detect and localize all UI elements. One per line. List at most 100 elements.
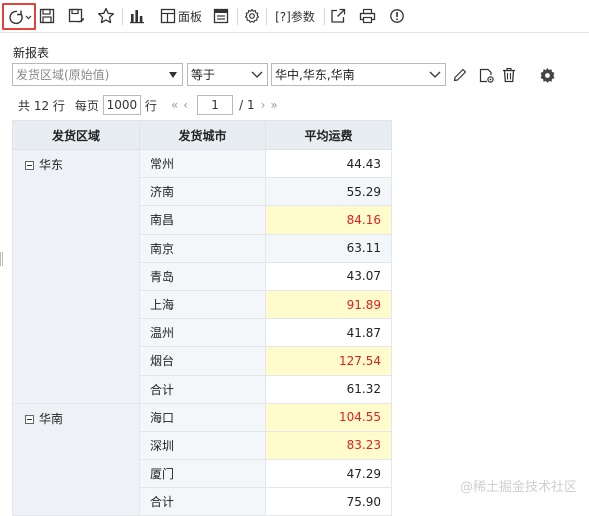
filter-field-label: 发货区域(原始值) xyxy=(16,68,110,82)
subtotal-value: 75.90 xyxy=(265,487,392,516)
save-as-button[interactable] xyxy=(66,3,86,29)
subtotal-label: 合计 xyxy=(139,487,266,516)
printer-icon xyxy=(359,8,375,24)
pencil-icon xyxy=(453,68,467,82)
fee-cell: 83.23 xyxy=(265,430,392,461)
trash-icon xyxy=(503,67,515,83)
save-as-icon xyxy=(68,8,84,23)
page-number-input[interactable]: 1 xyxy=(197,95,234,115)
toolbar: 面板 [?]参数 xyxy=(0,0,589,33)
panel-button[interactable]: 面板 xyxy=(157,3,205,29)
watermark: @稀土掘金技术社区 xyxy=(459,480,577,495)
info-icon xyxy=(390,9,404,23)
filter-operator-select[interactable]: 等于 xyxy=(187,63,268,86)
region-cell: 华南 xyxy=(12,402,140,516)
filter-settings-button[interactable] xyxy=(476,65,496,85)
report-title: 新报表 xyxy=(13,46,50,60)
filter-value-label: 华中,华东,华南 xyxy=(275,68,355,82)
city-cell: 济南 xyxy=(139,177,266,207)
pager: 共 12 行 每页 1000 行 « ‹ 1 / 1 › » xyxy=(18,95,278,115)
filter-options-button[interactable] xyxy=(537,65,557,85)
side-panel-resize-handle[interactable] xyxy=(0,252,3,266)
data-grid: 发货区域 发货城市 平均运费 华东 常州 44.43 济南 55.29 南昌 8… xyxy=(12,120,392,516)
city-cell: 深圳 xyxy=(139,430,266,461)
fee-cell: 55.29 xyxy=(265,177,392,207)
current-page-value: 1 xyxy=(211,98,219,112)
subtotal-label: 合计 xyxy=(139,374,266,404)
save-button[interactable] xyxy=(37,3,57,29)
document-gear-icon xyxy=(479,68,494,83)
table-row: 华南 海口 104.55 xyxy=(12,402,392,516)
row-unit-label: 行 xyxy=(144,98,157,113)
print-button[interactable] xyxy=(357,3,377,29)
collapse-icon[interactable] xyxy=(25,161,34,170)
city-cell: 南京 xyxy=(139,233,266,263)
info-button[interactable] xyxy=(387,3,407,29)
fee-cell: 43.07 xyxy=(265,261,392,291)
export-icon xyxy=(331,8,346,23)
delete-filter-button[interactable] xyxy=(499,65,519,85)
filter-value-select[interactable]: 华中,华东,华南 xyxy=(271,63,446,86)
fee-cell: 63.11 xyxy=(265,233,392,263)
city-cell: 南昌 xyxy=(139,205,266,235)
column-header-avg-fee[interactable]: 平均运费 xyxy=(265,120,392,150)
last-page-icon[interactable]: » xyxy=(270,98,277,112)
city-cell: 厦门 xyxy=(139,459,266,489)
fee-cell: 104.55 xyxy=(265,402,392,432)
collapse-icon[interactable] xyxy=(25,414,34,424)
city-cell: 温州 xyxy=(139,318,266,348)
toolbar-divider xyxy=(324,8,325,25)
fee-cell: 84.16 xyxy=(265,205,392,235)
chevron-down-icon xyxy=(429,71,441,78)
save-icon xyxy=(39,8,55,24)
refresh-button[interactable] xyxy=(2,3,36,30)
city-cell: 青岛 xyxy=(139,261,266,291)
star-icon xyxy=(97,7,115,24)
per-page-value: 1000 xyxy=(106,98,138,112)
refresh-icon xyxy=(9,10,32,24)
fee-cell: 47.29 xyxy=(265,459,392,489)
export-button[interactable] xyxy=(328,3,348,29)
per-page-input[interactable]: 1000 xyxy=(102,95,141,115)
city-cell: 常州 xyxy=(139,148,266,179)
chevron-down-icon xyxy=(251,71,263,78)
prev-page-icon[interactable]: ‹ xyxy=(183,98,188,112)
city-cell: 海口 xyxy=(139,402,266,432)
region-cell: 华东 xyxy=(12,149,140,404)
gear-icon xyxy=(540,67,554,83)
panel-icon xyxy=(160,8,176,24)
city-cell: 上海 xyxy=(139,289,266,320)
table-header-row: 发货区域 发货城市 平均运费 xyxy=(12,120,392,150)
city-cell: 烟台 xyxy=(139,346,266,376)
chart-button[interactable] xyxy=(127,3,147,29)
filter-operator-label: 等于 xyxy=(191,68,216,82)
fee-cell: 127.54 xyxy=(265,346,392,376)
next-page-icon[interactable]: › xyxy=(261,98,266,112)
gear-icon xyxy=(244,8,260,23)
region-label: 华南 xyxy=(39,411,64,426)
column-header-city[interactable]: 发货城市 xyxy=(139,120,266,150)
fee-cell: 41.87 xyxy=(265,318,392,348)
subtotal-value: 61.32 xyxy=(265,374,392,404)
bar-chart-icon xyxy=(130,10,144,24)
column-header-region[interactable]: 发货区域 xyxy=(12,120,140,150)
first-page-icon[interactable]: « xyxy=(171,98,178,112)
table-row: 华东 常州 44.43 xyxy=(12,148,392,404)
favorite-button[interactable] xyxy=(95,3,117,29)
region-label: 华东 xyxy=(39,158,64,172)
caret-down-icon xyxy=(169,72,177,78)
edit-filter-button[interactable] xyxy=(450,65,470,85)
filter-field-select[interactable]: 发货区域(原始值) xyxy=(12,63,183,86)
params-button[interactable]: [?]参数 xyxy=(270,3,320,29)
page-total: / 1 xyxy=(239,98,255,112)
fee-cell: 44.43 xyxy=(265,148,392,179)
panel-label: 面板 xyxy=(177,9,202,24)
form-icon xyxy=(213,8,229,24)
form-button[interactable] xyxy=(211,3,231,29)
per-page-label: 每页 xyxy=(74,98,99,113)
settings-button[interactable] xyxy=(242,3,262,29)
toolbar-divider xyxy=(237,8,238,25)
params-label: [?]参数 xyxy=(275,9,315,24)
toolbar-divider xyxy=(266,8,267,25)
fee-cell: 91.89 xyxy=(265,289,392,320)
